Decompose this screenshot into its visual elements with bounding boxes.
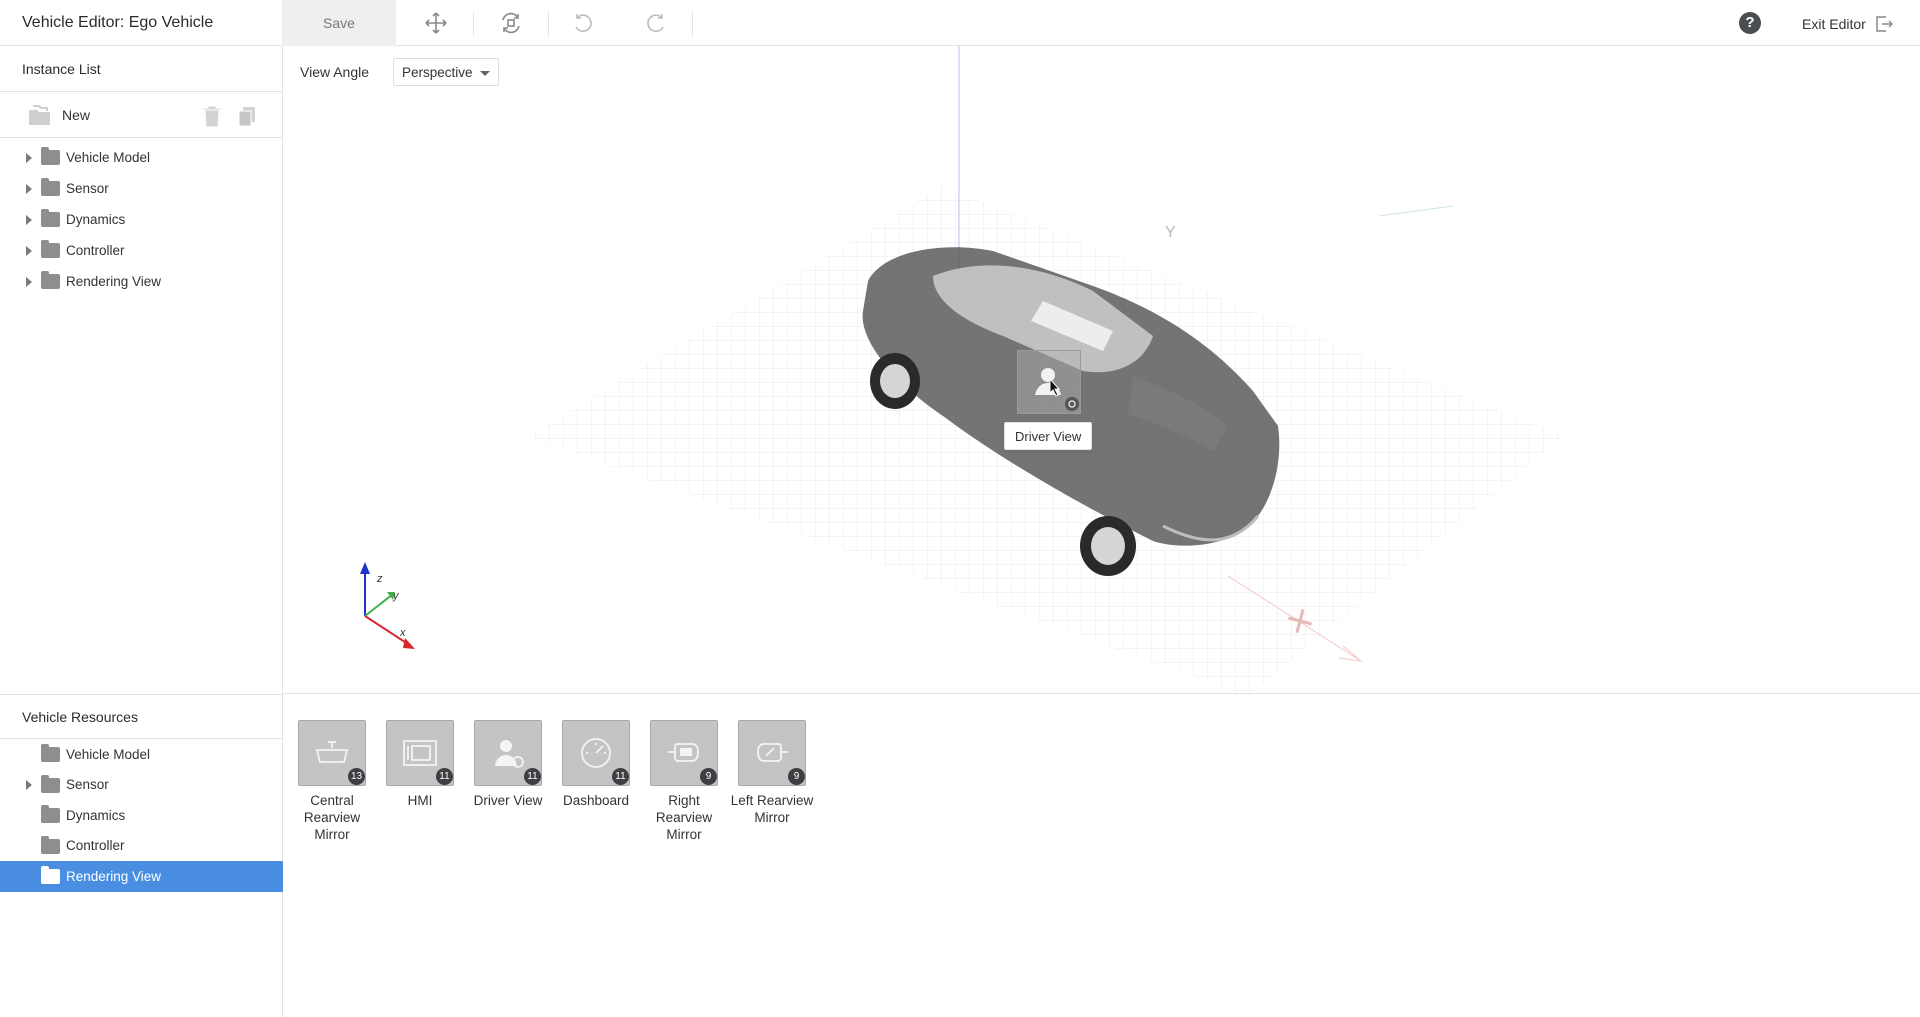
resource-category-controller[interactable]: Controller	[0, 831, 283, 862]
move-tool-icon[interactable]	[420, 8, 452, 38]
top-toolbar: Vehicle Editor: Ego Vehicle Save ? Exit …	[0, 0, 1920, 46]
resource-category-vehicle-model[interactable]: Vehicle Model	[0, 739, 283, 770]
save-button[interactable]: Save	[282, 0, 396, 46]
new-instance-button[interactable]: New	[28, 104, 90, 126]
resource-card-hmi[interactable]: 11 HMI	[371, 720, 455, 809]
3d-viewport[interactable]: Y z y x View Angle Perspective Driver Vi…	[283, 46, 1920, 694]
redo-icon[interactable]	[640, 8, 672, 38]
folder-icon	[41, 209, 60, 227]
resource-card-central-rearview-mirror[interactable]: 13 Central Rearview Mirror	[283, 720, 367, 843]
left-mirror-icon	[757, 743, 788, 762]
scene-y-label: Y	[1165, 224, 1176, 241]
tree-item-vehicle-model[interactable]: Vehicle Model	[0, 142, 282, 173]
resource-category-rendering-view[interactable]: Rendering View	[0, 861, 283, 892]
driver-view-marker[interactable]	[1017, 350, 1081, 414]
toolbar-divider	[548, 12, 549, 36]
resource-count-badge: 11	[436, 768, 453, 785]
folder-icon	[41, 178, 60, 196]
instance-tree: Vehicle Model Sensor Dynamics Controller…	[0, 138, 282, 297]
resource-label: Central Rearview Mirror	[303, 793, 361, 842]
resource-category-sensor[interactable]: Sensor	[0, 770, 283, 801]
resource-thumbnail[interactable]: 11	[474, 720, 542, 786]
tree-item-controller[interactable]: Controller	[0, 235, 282, 266]
folder-icon	[41, 866, 60, 884]
resource-label: Dashboard	[562, 793, 630, 808]
instance-toolbar: New	[0, 92, 282, 138]
resource-count-badge: 13	[348, 768, 365, 785]
folder-icon	[41, 774, 60, 793]
exit-editor-label: Exit Editor	[1802, 16, 1866, 32]
rearview-mirror-icon	[315, 741, 349, 763]
editor-title: Vehicle Editor: Ego Vehicle	[22, 14, 214, 31]
view-angle-value: Perspective	[402, 64, 473, 80]
resource-card-dashboard[interactable]: 11 Dashboard	[547, 720, 631, 809]
resource-thumbnail[interactable]: 13	[298, 720, 366, 786]
dashboard-icon	[581, 738, 611, 768]
resources-tree: Vehicle Model Sensor Dynamics Controller…	[0, 739, 283, 892]
vehicle-resources-panel: Vehicle Resources Vehicle Model Sensor D…	[0, 694, 283, 892]
vehicle-resources-title: Vehicle Resources	[0, 694, 283, 739]
driver-view-tooltip: Driver View	[1004, 422, 1093, 450]
resource-count-badge: 9	[788, 768, 805, 785]
scene-canvas[interactable]: Y z y x	[283, 46, 1920, 694]
resource-card-left-rearview-mirror[interactable]: 9 Left Rearview Mirror	[723, 720, 813, 826]
scene-y-guide	[1378, 205, 1454, 217]
axis-z-label: z	[376, 573, 383, 585]
resource-card-driver-view[interactable]: 11 Driver View	[459, 720, 543, 809]
trash-icon[interactable]	[202, 105, 222, 127]
hmi-icon	[403, 740, 437, 766]
axis-x-label: x	[399, 627, 406, 639]
expand-arrow-icon[interactable]	[26, 276, 32, 287]
resource-count-badge: 11	[612, 768, 629, 785]
tree-item-rendering-view[interactable]: Rendering View	[0, 266, 282, 297]
resource-thumbnail[interactable]: 11	[562, 720, 630, 786]
toolbar-divider	[473, 12, 474, 36]
resource-label: HMI	[407, 793, 433, 808]
help-icon[interactable]: ?	[1739, 12, 1761, 34]
resource-label: Left Rearview Mirror	[730, 793, 814, 825]
expand-arrow-icon[interactable]	[26, 779, 32, 790]
new-folder-icon	[29, 105, 50, 125]
resource-count-badge: 11	[524, 768, 541, 785]
left-panel: Instance List New Vehicle Model Sensor D…	[0, 46, 283, 1017]
instance-list-title: Instance List	[0, 46, 282, 92]
resource-category-dynamics[interactable]: Dynamics	[0, 800, 283, 831]
new-label: New	[62, 107, 91, 123]
view-angle-label: View Angle	[300, 64, 370, 80]
expand-arrow-icon[interactable]	[26, 152, 32, 163]
tree-item-dynamics[interactable]: Dynamics	[0, 204, 282, 235]
exit-icon	[1876, 16, 1893, 32]
axis-y-label: y	[392, 590, 400, 602]
resource-thumbnail[interactable]: 9	[738, 720, 806, 786]
view-angle-select[interactable]: Perspective	[393, 58, 499, 86]
resource-thumbnail[interactable]: 11	[386, 720, 454, 786]
folder-icon	[41, 240, 60, 258]
resource-thumbnail[interactable]: 9	[650, 720, 718, 786]
toolbar-divider	[692, 12, 693, 36]
folder-icon	[41, 805, 60, 823]
folder-icon	[41, 271, 60, 289]
folder-icon	[41, 835, 60, 854]
driver-view-icon	[495, 740, 524, 768]
resource-card-right-rearview-mirror[interactable]: 9 Right Rearview Mirror	[635, 720, 719, 843]
resource-label: Driver View	[473, 793, 543, 808]
expand-arrow-icon[interactable]	[26, 245, 32, 256]
undo-icon[interactable]	[567, 8, 599, 38]
axis-gizmo: z y x	[360, 562, 415, 649]
resources-grid: 13 Central Rearview Mirror 11 HMI 11 Dri…	[283, 694, 1920, 1017]
resource-label: Right Rearview Mirror	[655, 793, 713, 842]
resource-count-badge: 9	[700, 768, 717, 785]
chevron-down-icon	[480, 71, 490, 76]
folder-icon	[41, 744, 60, 762]
expand-arrow-icon[interactable]	[26, 214, 32, 225]
exit-editor-button[interactable]: Exit Editor	[1802, 13, 1894, 35]
duplicate-icon[interactable]	[237, 105, 257, 127]
rotate-tool-icon[interactable]	[495, 8, 527, 38]
right-mirror-icon	[668, 743, 699, 762]
folder-icon	[41, 147, 60, 165]
expand-arrow-icon[interactable]	[26, 183, 32, 194]
driver-view-icon	[1035, 368, 1079, 411]
tree-item-sensor[interactable]: Sensor	[0, 173, 282, 204]
